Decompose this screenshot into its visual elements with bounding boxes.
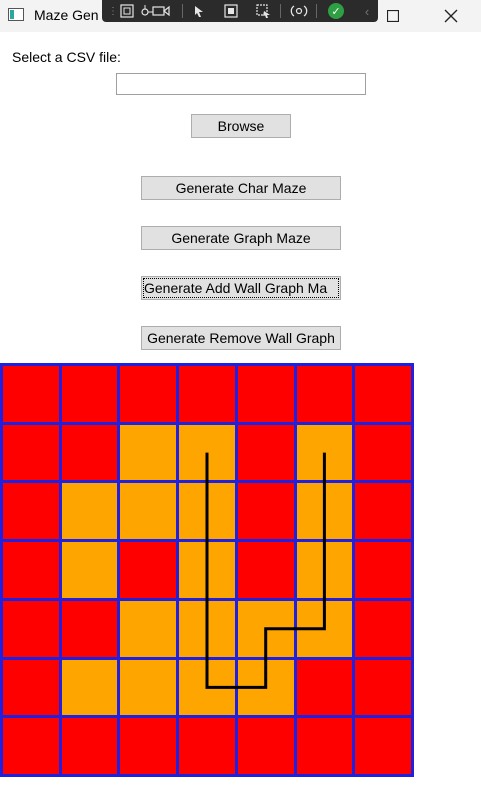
select-element-icon[interactable] <box>118 2 136 20</box>
video-icon[interactable] <box>152 2 170 20</box>
track-focus-icon[interactable] <box>254 2 272 20</box>
binding-failures-icon[interactable]: ✓ <box>328 3 344 19</box>
hot-reload-icon[interactable] <box>290 2 308 20</box>
display-layout-adorners-icon[interactable] <box>222 2 240 20</box>
browse-button[interactable]: Browse <box>191 114 291 138</box>
solution-path-line <box>205 452 326 689</box>
maze-grid <box>0 363 414 777</box>
csv-file-label: Select a CSV file: <box>12 49 121 65</box>
debug-toolbar: ⋮ ✓ ‹ <box>102 0 378 22</box>
close-button[interactable] <box>428 0 474 32</box>
generate-add-wall-graph-maze-button[interactable]: Generate Add Wall Graph Ma <box>141 276 341 300</box>
maximize-button[interactable] <box>370 0 416 32</box>
generate-char-maze-button[interactable]: Generate Char Maze <box>141 176 341 200</box>
app-icon <box>8 8 24 21</box>
title-bar: Maze Gen ⋮ ✓ ‹ <box>0 0 481 32</box>
csv-file-path-input[interactable] <box>116 73 366 95</box>
generate-graph-maze-button[interactable]: Generate Graph Maze <box>141 226 341 250</box>
generate-remove-wall-graph-maze-button[interactable]: Generate Remove Wall Graph <box>141 326 341 350</box>
window-title: Maze Gen <box>34 7 99 23</box>
solution-path <box>205 452 326 689</box>
pointer-icon[interactable] <box>190 2 208 20</box>
